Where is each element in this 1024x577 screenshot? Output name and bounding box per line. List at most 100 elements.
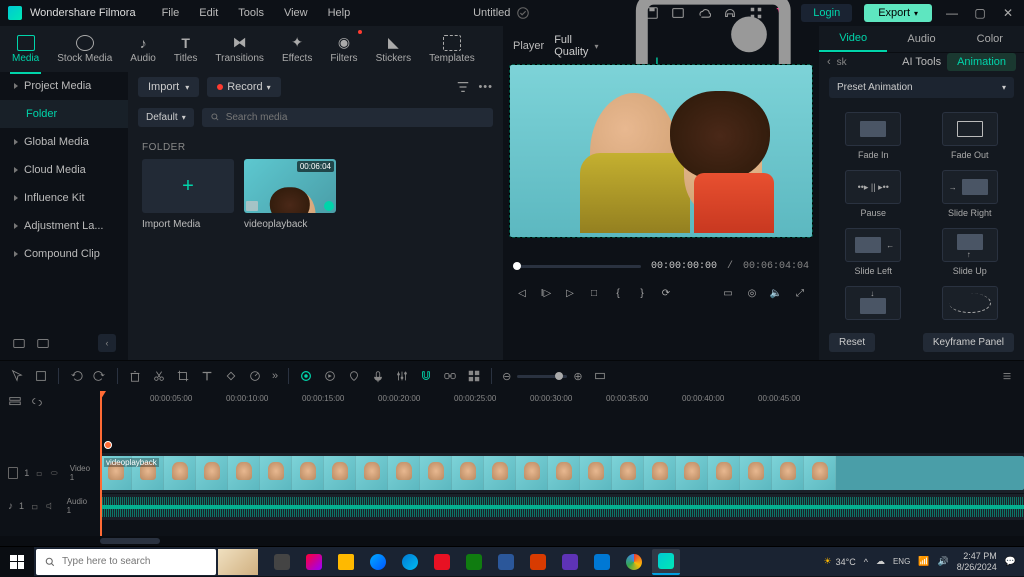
search-input[interactable]: Search media — [202, 108, 493, 127]
mark-in-button[interactable]: { — [609, 284, 627, 302]
tab-filters[interactable]: ◉Filters — [328, 30, 359, 68]
taskbar-app[interactable] — [300, 549, 328, 575]
zoom-in-button[interactable]: ⊕ — [573, 370, 582, 383]
voiceover-icon[interactable] — [371, 369, 385, 383]
export-button[interactable]: Export▾ — [864, 4, 932, 22]
delete-icon[interactable] — [128, 369, 142, 383]
more-icon[interactable]: ••• — [478, 81, 493, 93]
props-tab-audio[interactable]: Audio — [887, 27, 955, 51]
task-view-button[interactable] — [268, 549, 296, 575]
tab-stock-media[interactable]: Stock Media — [55, 31, 114, 68]
marker-icon[interactable] — [347, 369, 361, 383]
tab-effects[interactable]: ✦Effects — [280, 30, 314, 68]
speed-icon[interactable] — [248, 369, 262, 383]
import-media-card[interactable]: + Import Media — [142, 159, 234, 230]
language-icon[interactable]: ENG — [893, 557, 910, 566]
taskbar-app[interactable] — [620, 549, 648, 575]
zoom-fit-icon[interactable] — [593, 369, 607, 383]
sidebar-cloud-media[interactable]: Cloud Media — [0, 156, 128, 184]
anim-fade-in[interactable]: Fade In — [829, 112, 918, 160]
minimize-button[interactable]: — — [944, 6, 960, 20]
sidebar-adjustment-layer[interactable]: Adjustment La... — [0, 212, 128, 240]
playhead[interactable] — [100, 391, 102, 536]
timeline-marker[interactable] — [104, 441, 112, 449]
taskbar-app[interactable] — [556, 549, 584, 575]
timeline-settings-icon[interactable] — [1000, 369, 1014, 383]
audio-mixer-icon[interactable] — [395, 369, 409, 383]
tab-transitions[interactable]: ⧓Transitions — [213, 30, 266, 68]
pointer-tool-icon[interactable] — [10, 369, 24, 383]
close-button[interactable]: ✕ — [1000, 6, 1016, 20]
taskbar-app[interactable] — [428, 549, 456, 575]
audio-track[interactable] — [100, 494, 1024, 520]
taskbar-app[interactable] — [364, 549, 392, 575]
new-folder-icon[interactable] — [12, 336, 26, 350]
audio-track-header[interactable]: ♪1 Audio 1 — [0, 493, 100, 519]
prev-frame-button[interactable]: ◁ — [513, 284, 531, 302]
anim-slide-down[interactable]: ↓Slide Down — [829, 286, 918, 325]
record-button[interactable]: Record▾ — [207, 77, 280, 97]
start-button[interactable] — [0, 547, 34, 577]
sidebar-folder[interactable]: Folder — [0, 100, 128, 128]
animation-tab[interactable]: Animation — [947, 53, 1016, 71]
text-icon[interactable] — [200, 369, 214, 383]
fullscreen-button[interactable]: ⤢ — [791, 284, 809, 302]
menu-tools[interactable]: Tools — [230, 4, 272, 22]
magnet-icon[interactable] — [419, 369, 433, 383]
scrub-bar[interactable] — [513, 265, 641, 268]
reset-button[interactable]: Reset — [829, 333, 875, 352]
display-mode-button[interactable]: ▭ — [719, 284, 737, 302]
taskbar-app[interactable] — [460, 549, 488, 575]
import-button[interactable]: Import▾ — [138, 77, 199, 97]
taskbar-app[interactable] — [524, 549, 552, 575]
stop-button[interactable]: □ — [585, 284, 603, 302]
tab-audio[interactable]: ♪Audio — [128, 31, 158, 68]
props-back-button[interactable]: ‹ — [827, 56, 831, 68]
play-button[interactable]: ▷ — [561, 284, 579, 302]
preset-animation-dropdown[interactable]: Preset Animation▾ — [829, 77, 1014, 98]
video-clip[interactable]: videoplayback — [100, 456, 1024, 490]
wifi-icon[interactable]: 📶 — [918, 556, 929, 567]
timeline-ruler[interactable]: 00:00:05:00 00:00:10:00 00:00:15:00 00:0… — [100, 391, 1024, 413]
keyframe-panel-button[interactable]: Keyframe Panel — [923, 333, 1014, 352]
redo-icon[interactable] — [93, 369, 107, 383]
tab-templates[interactable]: Templates — [427, 31, 477, 68]
sort-dropdown[interactable]: Default▾ — [138, 108, 194, 127]
zoom-slider[interactable] — [517, 375, 567, 378]
volume-icon[interactable]: 🔊 — [938, 556, 949, 567]
filter-icon[interactable] — [456, 80, 470, 94]
select-tool-icon[interactable] — [34, 369, 48, 383]
lock-icon[interactable] — [35, 468, 43, 478]
tab-media[interactable]: Media — [10, 31, 41, 68]
crop-icon[interactable] — [176, 369, 190, 383]
keyframe-icon[interactable] — [224, 369, 238, 383]
delete-folder-icon[interactable] — [36, 336, 50, 350]
notifications-icon[interactable]: 💬 — [1005, 556, 1016, 567]
zoom-out-button[interactable]: ⊖ — [502, 370, 511, 383]
sidebar-global-media[interactable]: Global Media — [0, 128, 128, 156]
anim-pause[interactable]: ••▸ || ▸••Pause — [829, 170, 918, 218]
ai-tool-icon[interactable] — [299, 369, 313, 383]
menu-edit[interactable]: Edit — [191, 4, 226, 22]
media-clip-card[interactable]: 00:06:04 videoplayback — [244, 159, 336, 230]
anim-vortex-in[interactable]: Vortex In — [926, 286, 1015, 325]
cortana-widget[interactable] — [218, 549, 258, 575]
mark-out-button[interactable]: } — [633, 284, 651, 302]
clock[interactable]: 2:47 PM 8/26/2024 — [957, 551, 997, 573]
anim-slide-up[interactable]: ↑Slide Up — [926, 228, 1015, 276]
volume-button[interactable]: 🔈 — [767, 284, 785, 302]
video-track[interactable]: videoplayback — [100, 453, 1024, 493]
taskbar-filmora[interactable] — [652, 549, 680, 575]
video-track-header[interactable]: 1 Video 1 — [0, 453, 100, 493]
sidebar-project-media[interactable]: Project Media — [0, 72, 128, 100]
ai-tools-tab[interactable]: AI Tools — [902, 56, 941, 68]
menu-file[interactable]: File — [154, 4, 188, 22]
timeline-scrollbar[interactable] — [0, 536, 1024, 546]
cut-icon[interactable] — [152, 369, 166, 383]
snapshot-button[interactable]: ◎ — [743, 284, 761, 302]
loop-button[interactable]: ⟳ — [657, 284, 675, 302]
preview-viewport[interactable] — [509, 64, 813, 238]
tray-expand-icon[interactable]: ^ — [864, 557, 868, 567]
visibility-icon[interactable] — [50, 468, 58, 478]
taskbar-app[interactable] — [396, 549, 424, 575]
